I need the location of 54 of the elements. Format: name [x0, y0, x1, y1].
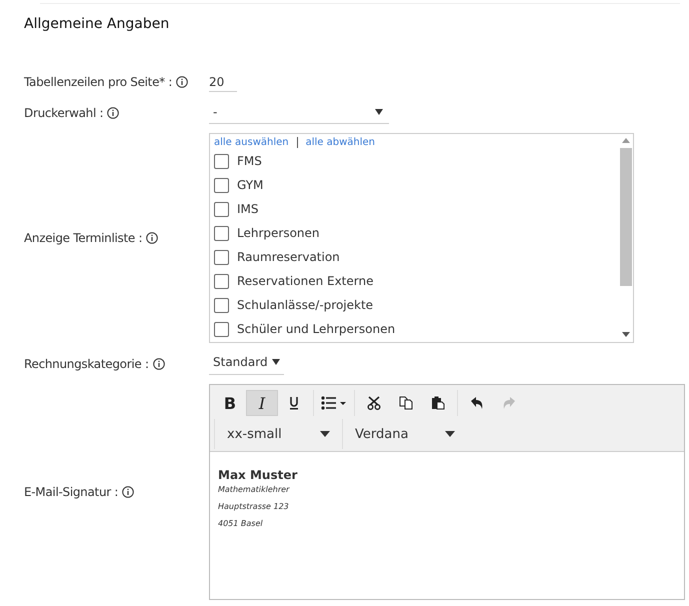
info-icon[interactable] [107, 107, 120, 119]
field-label: Tabellenzeilen pro Seite* : [24, 75, 172, 89]
option-label: Raumreservation [237, 250, 340, 264]
caret-icon [445, 431, 455, 437]
info-icon[interactable] [122, 486, 134, 498]
bullet-list-icon [321, 396, 347, 410]
checkbox[interactable] [214, 178, 229, 192]
bold-button[interactable]: B [214, 390, 246, 416]
field-label: Rechnungskategorie : [24, 356, 149, 370]
caret-icon [272, 359, 280, 365]
printer-dropdown[interactable]: - [209, 102, 389, 124]
signature-line: Max Muster [218, 468, 298, 482]
signature-line: Mathematiklehrer [218, 485, 290, 494]
signature-editor[interactable]: Max Muster Mathematiklehrer Hauptstrasse 123 4051 Basel [210, 452, 684, 599]
field-label: Anzeige Terminliste : [24, 231, 142, 245]
checkbox[interactable] [214, 154, 229, 168]
scroll-up-icon[interactable] [622, 138, 630, 143]
underline-icon [288, 396, 300, 410]
field-label: E-Mail-Signatur : [24, 485, 118, 499]
option-label: GYM [237, 178, 264, 192]
info-icon[interactable] [152, 358, 165, 370]
select-all-link[interactable]: alle auswählen [214, 136, 289, 148]
option-label: Schulanlässe/-projekte [237, 298, 374, 312]
redo-icon [502, 396, 516, 410]
option-label: Schüler und Lehrpersonen [237, 322, 396, 336]
option-label: Reservationen Externe [237, 274, 374, 288]
undo-icon [470, 396, 484, 410]
paste-icon [431, 396, 445, 410]
italic-button[interactable]: I [246, 390, 278, 416]
font-name-dropdown[interactable]: Verdana [342, 419, 467, 449]
checkbox[interactable] [214, 322, 229, 336]
scissors-icon [367, 396, 381, 410]
info-icon[interactable] [146, 232, 158, 244]
caret-icon [375, 109, 383, 115]
caret-icon [320, 431, 330, 437]
signature-line: 4051 Basel [218, 519, 263, 528]
font-size-dropdown[interactable]: xx-small [214, 419, 342, 449]
checkbox[interactable] [214, 226, 229, 240]
category-dropdown[interactable]: Standard [209, 352, 284, 375]
section-title: Allgemeine Angaben [24, 16, 170, 34]
option-label: IMS [237, 202, 259, 216]
info-icon[interactable] [176, 76, 188, 88]
checkbox[interactable] [214, 202, 229, 216]
checkbox[interactable] [214, 274, 229, 288]
field-label: Druckerwahl : [24, 106, 104, 120]
option-label: FMS [237, 154, 262, 168]
checkbox[interactable] [214, 298, 229, 312]
checkbox[interactable] [214, 250, 229, 264]
scroll-down-icon[interactable] [622, 332, 630, 337]
signature-line: Hauptstrasse 123 [218, 502, 289, 511]
scrollbar-thumb[interactable] [620, 148, 632, 286]
copy-icon [399, 396, 413, 410]
option-label: Lehrpersonen [237, 226, 320, 240]
deselect-all-link[interactable]: alle abwählen [306, 136, 376, 148]
